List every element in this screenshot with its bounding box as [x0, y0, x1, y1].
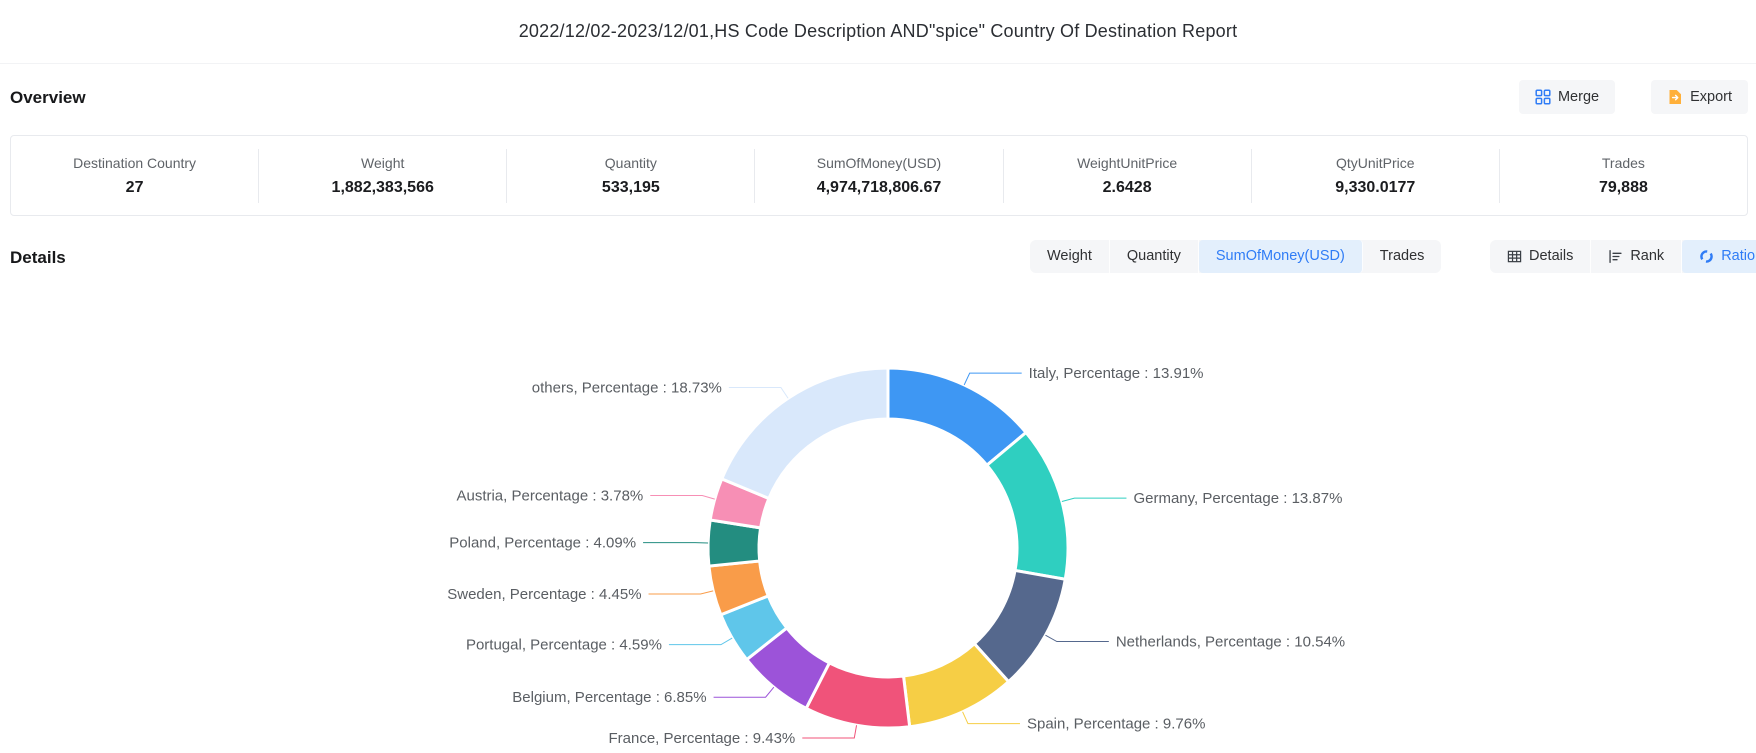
stat-trades: Trades 79,888 — [1500, 149, 1747, 203]
view-tab-group: Details Rank Ratio — [1490, 240, 1756, 273]
slice-label-others: others, Percentage : 18.73% — [532, 379, 722, 396]
slice-label-spain: Spain, Percentage : 9.76% — [1027, 716, 1205, 733]
stat-label: Trades — [1500, 155, 1747, 171]
view-tab-ratio[interactable]: Ratio — [1682, 240, 1756, 273]
page-title: 2022/12/02-2023/12/01,HS Code Descriptio… — [519, 21, 1238, 42]
export-button[interactable]: Export — [1651, 80, 1748, 114]
slice-label-france: France, Percentage : 9.43% — [608, 730, 795, 747]
slice-label-italy: Italy, Percentage : 13.91% — [1029, 365, 1204, 382]
stat-weightunitprice: WeightUnitPrice 2.6428 — [1004, 149, 1252, 203]
stat-value: 27 — [11, 179, 258, 197]
tab-label: Rank — [1630, 240, 1664, 273]
stat-value: 79,888 — [1500, 179, 1747, 197]
tab-label: Ratio — [1721, 240, 1755, 273]
label-line-others — [729, 387, 788, 398]
toolbar-actions: Merge Export — [1519, 80, 1748, 114]
stat-value: 2.6428 — [1004, 179, 1251, 197]
tab-sumofmoney-usd[interactable]: SumOfMoney(USD) — [1199, 240, 1363, 273]
ratio-chart-area: Italy, Percentage : 13.91% Germany, Perce… — [0, 275, 1756, 753]
label-line-spain — [963, 712, 1020, 724]
tab-label: Trades — [1380, 240, 1425, 273]
export-label: Export — [1690, 89, 1732, 105]
stat-label: QtyUnitPrice — [1252, 155, 1499, 171]
stat-quantity: Quantity 533,195 — [507, 149, 755, 203]
label-line-italy — [964, 373, 1022, 385]
label-line-portugal — [669, 638, 732, 645]
details-heading: Details — [10, 248, 66, 268]
stat-label: SumOfMoney(USD) — [755, 155, 1002, 171]
ratio-donut-chart: Italy, Percentage : 13.91% Germany, Perce… — [0, 275, 1756, 753]
view-tab-rank[interactable]: Rank — [1591, 240, 1682, 273]
tab-label: Details — [1529, 240, 1573, 273]
metric-tab-group: Weight Quantity SumOfMoney(USD) Trades — [1030, 240, 1441, 273]
slice-label-sweden: Sweden, Percentage : 4.45% — [447, 586, 641, 603]
stat-label: Weight — [259, 155, 506, 171]
stat-label: WeightUnitPrice — [1004, 155, 1251, 171]
stat-value: 1,882,383,566 — [259, 179, 506, 197]
tab-quantity[interactable]: Quantity — [1110, 240, 1199, 273]
label-line-germany — [1062, 498, 1127, 501]
label-line-belgium — [714, 687, 774, 697]
stat-value: 9,330.0177 — [1252, 179, 1499, 197]
tab-label: Weight — [1047, 240, 1092, 273]
tab-trades[interactable]: Trades — [1363, 240, 1442, 273]
tab-label: Quantity — [1127, 240, 1181, 273]
slice-label-portugal: Portugal, Percentage : 4.59% — [466, 637, 662, 654]
slice-label-poland: Poland, Percentage : 4.09% — [449, 535, 636, 552]
slice-label-belgium: Belgium, Percentage : 6.85% — [512, 689, 706, 706]
pie-icon — [1699, 249, 1714, 264]
stat-destination-country: Destination Country 27 — [11, 149, 259, 203]
overview-heading: Overview — [10, 88, 86, 108]
stat-label: Destination Country — [11, 155, 258, 171]
slice-germany[interactable] — [987, 432, 1068, 579]
slice-label-austria: Austria, Percentage : 3.78% — [456, 488, 643, 505]
table-icon — [1507, 249, 1522, 264]
overview-stats-card: Destination Country 27Weight 1,882,383,566… — [10, 135, 1748, 216]
label-line-sweden — [649, 591, 714, 594]
rank-icon — [1608, 249, 1623, 264]
label-line-france — [802, 725, 856, 738]
label-line-austria — [650, 496, 715, 500]
stat-qtyunitprice: QtyUnitPrice 9,330.0177 — [1252, 149, 1500, 203]
stat-weight: Weight 1,882,383,566 — [259, 149, 507, 203]
export-icon — [1667, 89, 1683, 105]
view-tab-details[interactable]: Details — [1490, 240, 1591, 273]
report-page: 2022/12/02-2023/12/01,HS Code Descriptio… — [0, 0, 1756, 753]
stat-value: 533,195 — [507, 179, 754, 197]
tab-label: SumOfMoney(USD) — [1216, 240, 1345, 273]
merge-label: Merge — [1558, 89, 1599, 105]
stat-sumofmoney-usd: SumOfMoney(USD) 4,974,718,806.67 — [755, 149, 1003, 203]
merge-icon — [1535, 89, 1551, 105]
stat-value: 4,974,718,806.67 — [755, 179, 1002, 197]
tab-weight[interactable]: Weight — [1030, 240, 1110, 273]
slice-label-netherlands: Netherlands, Percentage : 10.54% — [1116, 634, 1345, 651]
merge-button[interactable]: Merge — [1519, 80, 1615, 114]
slice-label-germany: Germany, Percentage : 13.87% — [1133, 490, 1342, 507]
title-bar: 2022/12/02-2023/12/01,HS Code Descriptio… — [0, 0, 1756, 64]
stat-label: Quantity — [507, 155, 754, 171]
label-line-netherlands — [1045, 635, 1108, 641]
